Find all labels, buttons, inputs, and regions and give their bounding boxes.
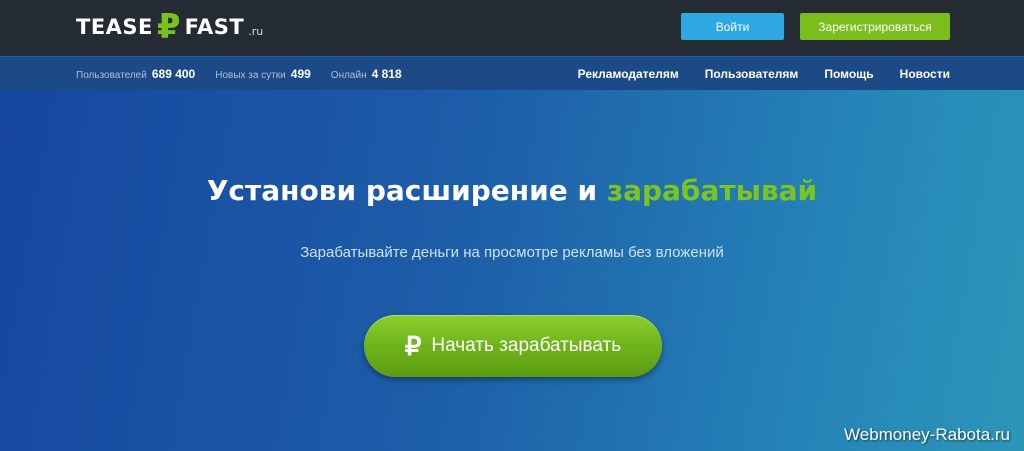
- watermark-text: Webmoney-Rabota.ru: [844, 425, 1010, 444]
- start-earning-button[interactable]: ₽ Начать зарабатывать: [364, 315, 662, 377]
- hero-title-accent: зарабатывай: [606, 174, 818, 207]
- ruble-logo-icon: ₽: [156, 7, 181, 47]
- register-button[interactable]: Зарегистрироваться: [800, 13, 950, 40]
- stat-label: Новых за сутки: [215, 70, 286, 81]
- stat-value: 4 818: [371, 67, 402, 81]
- login-button[interactable]: Войти: [681, 13, 784, 40]
- stat-users: Пользователей 689 400: [76, 67, 195, 81]
- nav-link-news[interactable]: Новости: [900, 67, 950, 81]
- logo-text-right: FAST: [184, 15, 245, 39]
- top-header: TEASE ₽ FAST .ru Войти Зарегистрироватьс…: [0, 0, 1024, 56]
- stat-label: Пользователей: [76, 70, 147, 81]
- logo-tld: .ru: [248, 24, 264, 38]
- stat-label: Онлайн: [330, 70, 367, 81]
- nav-link-help[interactable]: Помощь: [824, 67, 873, 81]
- stat-new-today: Новых за сутки 499: [215, 67, 311, 81]
- stats-bar: Пользователей 689 400 Новых за сутки 499…: [0, 56, 1024, 90]
- stat-value: 689 400: [151, 67, 196, 81]
- site-stats: Пользователей 689 400 Новых за сутки 499…: [76, 57, 422, 91]
- logo-text-left: TEASE: [76, 15, 153, 39]
- hero-title-main: Установи расширение и: [206, 174, 607, 207]
- nav-link-advertisers[interactable]: Рекламодателям: [578, 67, 679, 81]
- stat-value: 499: [290, 67, 311, 81]
- hero-title: Установи расширение и зарабатывай: [0, 174, 1024, 207]
- hero-subtitle: Зарабатывайте деньги на просмотре реклам…: [300, 244, 724, 261]
- hero-section: Установи расширение и зарабатывай Зараба…: [0, 90, 1024, 451]
- site-logo[interactable]: TEASE ₽ FAST .ru: [76, 10, 263, 44]
- ruble-icon: ₽: [404, 331, 422, 361]
- cta-label: Начать зарабатывать: [431, 335, 622, 356]
- nav-link-users[interactable]: Пользователям: [705, 67, 799, 81]
- stat-online: Онлайн 4 818: [331, 67, 402, 81]
- main-nav: Рекламодателям Пользователям Помощь Ново…: [552, 57, 950, 91]
